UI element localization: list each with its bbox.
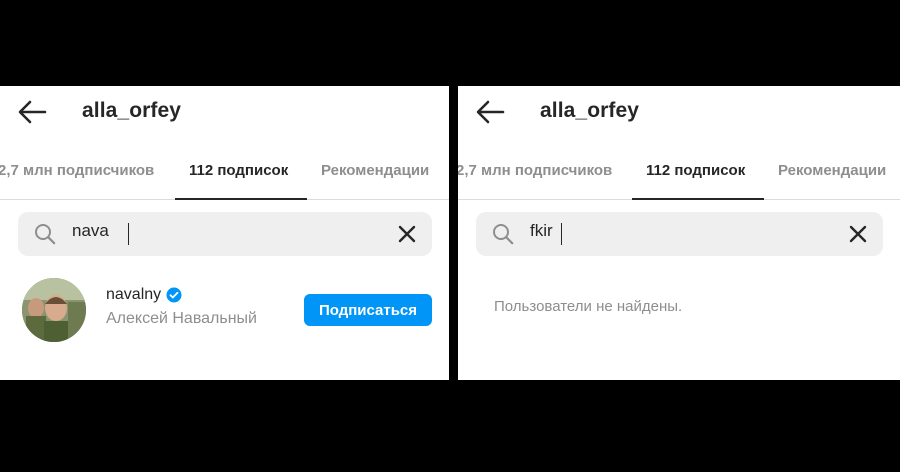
empty-results-message: Пользователи не найдены. <box>494 298 683 315</box>
tab-recommendations[interactable]: Рекомендации <box>321 162 429 179</box>
text-cursor <box>128 223 129 245</box>
avatar[interactable] <box>22 278 86 342</box>
tab-followers[interactable]: 2,7 млн подписчиков <box>0 162 154 179</box>
page-title: alla_orfey <box>82 99 182 122</box>
close-icon[interactable] <box>396 223 418 245</box>
tab-following[interactable]: 112 подписок <box>646 162 745 179</box>
tab-following[interactable]: 112 подписок <box>189 162 288 179</box>
list-item[interactable]: navalny Алексей Навальный Подписаться <box>0 278 449 346</box>
following-screen-right: alla_orfey 2,7 млн подписчиков 112 подпи… <box>458 86 900 380</box>
search-input[interactable] <box>530 221 790 241</box>
back-button[interactable] <box>474 98 506 126</box>
search-bar <box>476 212 883 256</box>
following-screen-left: alla_orfey 2,7 млн подписчиков 112 подпи… <box>0 86 449 380</box>
username[interactable]: navalny <box>106 286 161 304</box>
close-icon[interactable] <box>847 223 869 245</box>
arrow-left-icon <box>18 100 47 124</box>
tab-followers[interactable]: 2,7 млн подписчиков <box>458 162 612 179</box>
search-icon <box>35 224 56 245</box>
search-icon <box>493 224 514 245</box>
tab-bar: 2,7 млн подписчиков 112 подписок Рекомен… <box>458 156 900 200</box>
tab-bar: 2,7 млн подписчиков 112 подписок Рекомен… <box>0 156 449 200</box>
tab-recommendations[interactable]: Рекомендации <box>778 162 886 179</box>
right-screenshot: alla_orfey 2,7 млн подписчиков 112 подпи… <box>458 0 900 472</box>
page-title: alla_orfey <box>540 99 640 122</box>
back-button[interactable] <box>16 98 48 126</box>
profile-photo <box>22 278 86 342</box>
search-input[interactable] <box>72 221 332 241</box>
username-row: navalny <box>106 286 182 304</box>
left-screenshot: alla_orfey 2,7 млн подписчиков 112 подпи… <box>0 0 449 472</box>
follow-button[interactable]: Подписаться <box>304 294 432 326</box>
active-tab-indicator <box>175 198 307 200</box>
header: alla_orfey <box>0 86 449 138</box>
search-bar <box>18 212 432 256</box>
arrow-left-icon <box>476 100 505 124</box>
header: alla_orfey <box>458 86 900 138</box>
full-name: Алексей Навальный <box>106 310 257 327</box>
verified-badge-icon <box>166 287 182 303</box>
text-cursor <box>561 223 562 245</box>
active-tab-indicator <box>632 198 764 200</box>
